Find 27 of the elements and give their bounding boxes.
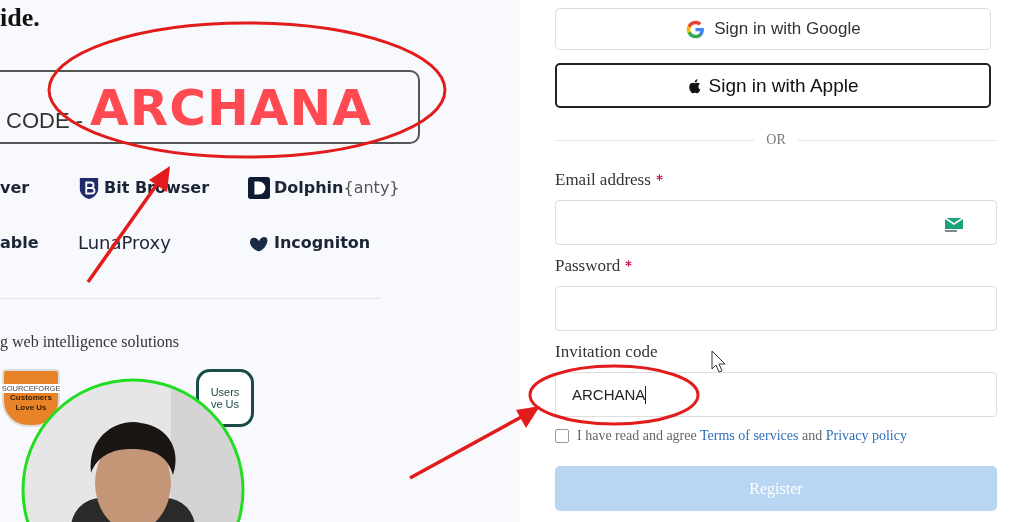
privacy-link[interactable]: Privacy policy bbox=[825, 428, 907, 443]
callout-text: ARCHANA bbox=[90, 78, 372, 138]
google-signin-button[interactable]: Sign in with Google bbox=[555, 8, 991, 50]
logo-text: Dolphin{anty} bbox=[274, 178, 400, 197]
apple-signin-button[interactable]: Sign in with Apple bbox=[555, 63, 991, 108]
cursor-icon bbox=[711, 350, 726, 373]
logo-text: Incogniton bbox=[274, 233, 371, 252]
apple-logo-icon bbox=[687, 77, 701, 94]
shield-icon bbox=[78, 175, 100, 200]
field-label: Password bbox=[555, 256, 621, 276]
tagline: g web intelligence solutions bbox=[0, 333, 181, 351]
invitation-code-field[interactable]: ARCHANA bbox=[555, 372, 997, 417]
letter-d-icon bbox=[248, 175, 270, 200]
separator-text: OR bbox=[766, 132, 786, 148]
agree-checkbox[interactable] bbox=[555, 429, 569, 443]
terms-link[interactable]: Terms of services bbox=[699, 428, 799, 443]
password-field[interactable] bbox=[555, 286, 997, 331]
heading: ide. bbox=[0, 2, 41, 34]
field-label: Email address bbox=[555, 170, 651, 190]
field-label: Invitation code bbox=[555, 342, 658, 362]
mail-icon bbox=[945, 218, 963, 232]
logo-text: able bbox=[0, 233, 39, 252]
email-field[interactable] bbox=[555, 200, 997, 245]
g-logo-icon bbox=[685, 18, 707, 40]
code-label: CODE - bbox=[6, 108, 83, 134]
agreement-text: I have read and agree Terms of services and Privacy policy bbox=[577, 428, 907, 444]
logo-text: ver bbox=[0, 178, 30, 197]
